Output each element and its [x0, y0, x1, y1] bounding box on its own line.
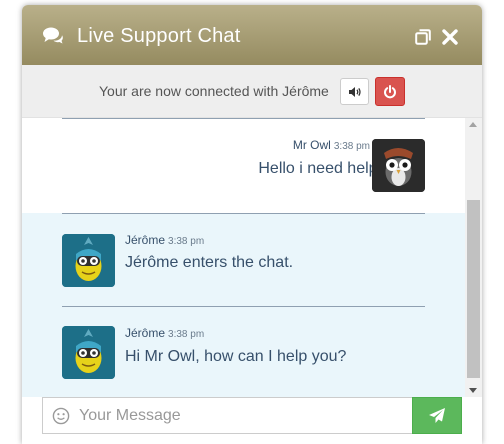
- message-author: Jérôme: [125, 326, 166, 340]
- message-author-line: Jérôme 3:38 pm: [125, 326, 204, 340]
- message-text: Hi Mr Owl, how can I help you?: [125, 348, 347, 365]
- chat-title: Live Support Chat: [77, 25, 241, 47]
- message-author-line: Jérôme 3:38 pm: [125, 233, 204, 247]
- power-icon: [384, 84, 396, 98]
- message-author: Mr Owl: [292, 138, 331, 152]
- owl-avatar: [372, 139, 425, 192]
- message-text: Jérôme enters the chat.: [125, 254, 294, 271]
- message-divider: [62, 213, 425, 214]
- sound-toggle-button[interactable]: [340, 78, 369, 105]
- message-input-wrapper: [42, 397, 413, 434]
- message-item: Jérôme 3:38 pm Jérôme enters the chat.: [22, 213, 465, 306]
- message-item: Jérôme 3:38 pm Hi Mr Owl, how can I help …: [22, 306, 465, 397]
- send-button[interactable]: [412, 397, 462, 434]
- message-time: 3:38 pm: [168, 329, 205, 340]
- message-list[interactable]: Mr Owl 3:38 pm Hello i need help! Jérôme…: [22, 118, 465, 397]
- scrollbar-thumb[interactable]: [467, 200, 480, 378]
- message-author: Jérôme: [125, 233, 166, 247]
- chat-widget: Live Support Chat Your are now connected…: [22, 5, 482, 444]
- connection-status-text: Your are now connected with Jérôme: [99, 83, 329, 99]
- message-text: Hello i need help!: [258, 160, 382, 177]
- scroll-up-arrow-icon[interactable]: [469, 122, 477, 127]
- message-time: 3:38 pm: [168, 236, 205, 247]
- connection-status-bar: Your are now connected with Jérôme: [22, 65, 482, 118]
- message-divider: [62, 306, 425, 307]
- message-scrollbar[interactable]: [465, 118, 482, 397]
- chat-bubbles-icon: [43, 27, 63, 49]
- message-item: Mr Owl 3:38 pm Hello i need help!: [22, 118, 465, 213]
- emoji-icon[interactable]: [52, 407, 70, 430]
- message-divider: [62, 118, 425, 119]
- message-author-line: Mr Owl 3:38 pm: [293, 138, 370, 152]
- chat-header: Live Support Chat: [22, 5, 482, 65]
- paper-plane-icon: [429, 408, 445, 423]
- message-time: 3:38 pm: [333, 141, 370, 152]
- end-chat-button[interactable]: [375, 77, 405, 106]
- agent-avatar: [62, 234, 115, 287]
- scroll-down-arrow-icon[interactable]: [469, 388, 477, 393]
- message-composer: [22, 397, 482, 444]
- message-input[interactable]: [79, 404, 399, 428]
- volume-icon: [348, 86, 361, 97]
- agent-avatar: [62, 326, 115, 379]
- close-icon[interactable]: [442, 29, 458, 50]
- popout-window-icon[interactable]: [415, 29, 431, 50]
